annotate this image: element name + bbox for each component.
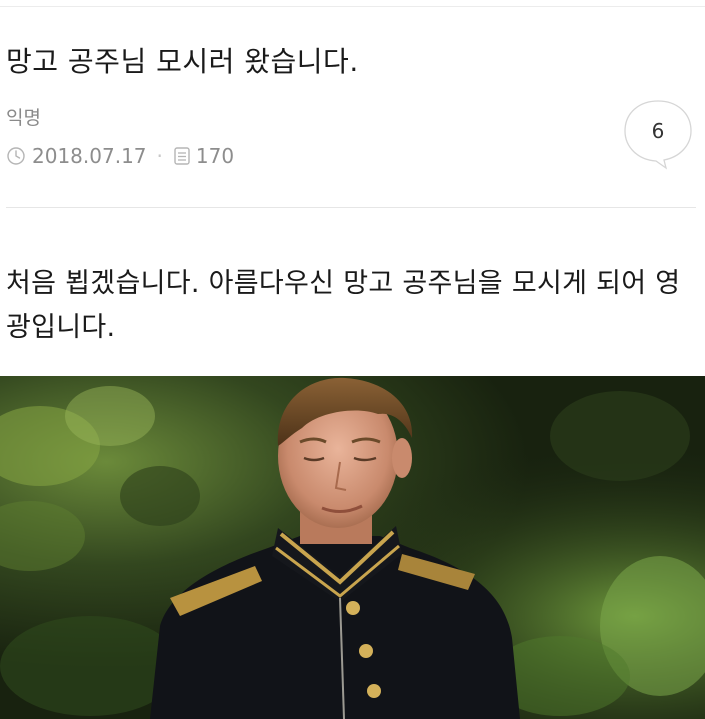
post-date: 2018.07.17 [32, 144, 147, 168]
clock-icon [7, 147, 25, 165]
comment-count: 6 [651, 119, 665, 143]
content-divider [6, 207, 696, 208]
post-title: 망고 공주님 모시러 왔습니다. [6, 45, 359, 78]
view-count: 170 [195, 144, 235, 168]
post-page: 망고 공주님 모시러 왔습니다. 익명 2018.07.17 · 170 6 처… [0, 0, 705, 719]
meta-separator: · [156, 144, 163, 168]
comment-count-button[interactable]: 6 [622, 98, 694, 170]
author-name[interactable]: 익명 [6, 103, 41, 130]
post-photo [0, 376, 705, 719]
post-body: 처음 뵙겠습니다. 아름다우신 망고 공주님을 모시게 되어 영광입니다. [6, 268, 681, 343]
document-icon [174, 147, 190, 165]
top-divider [0, 6, 705, 7]
post-meta: 2018.07.17 · 170 [6, 143, 234, 169]
